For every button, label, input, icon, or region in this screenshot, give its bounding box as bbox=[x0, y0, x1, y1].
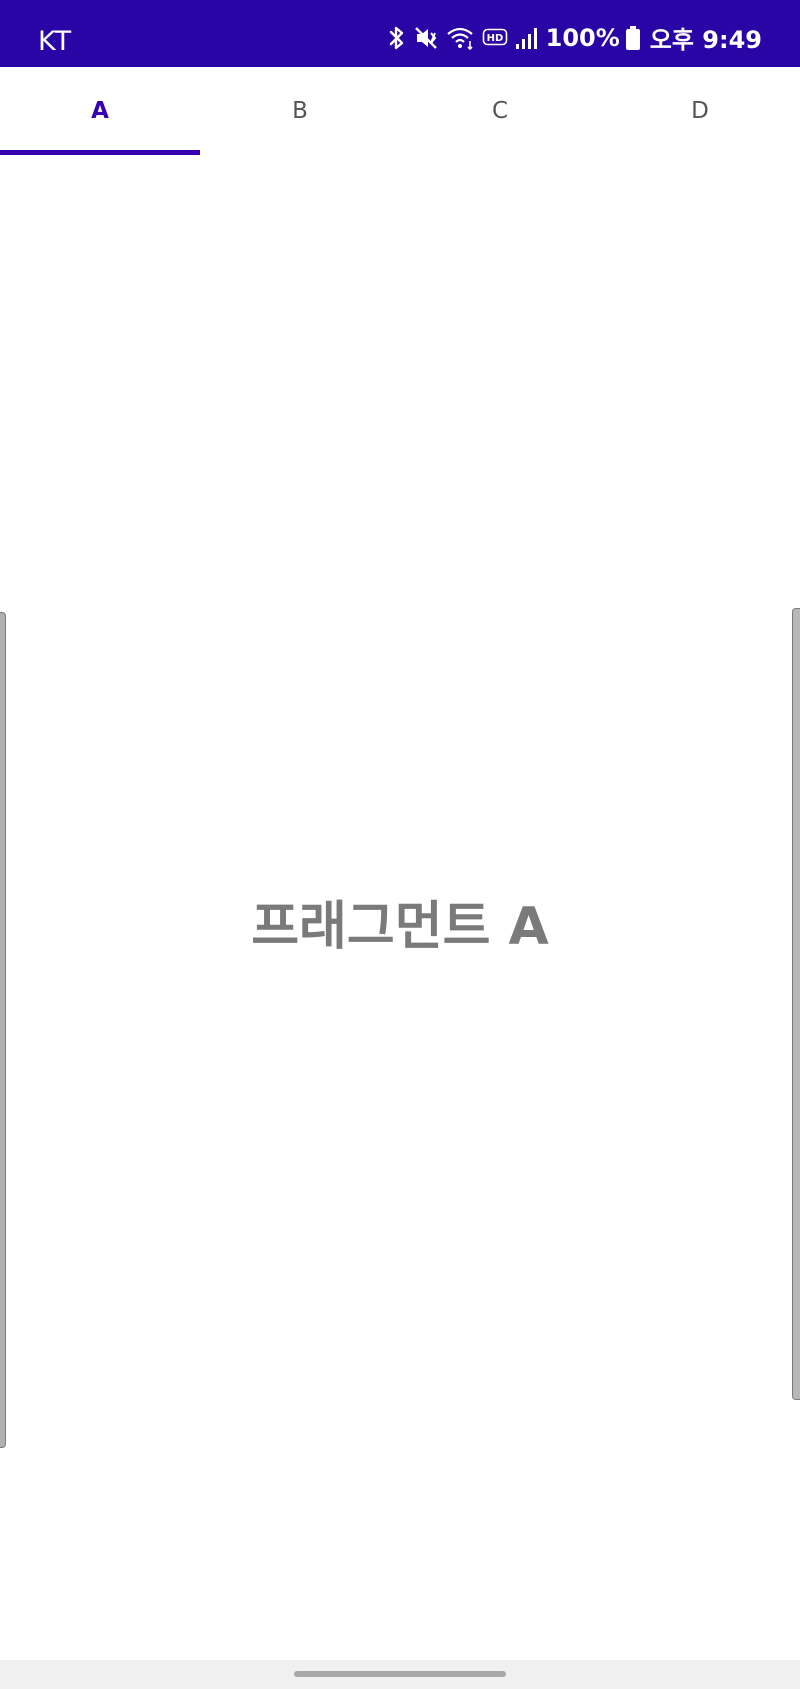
tab-label: B bbox=[292, 98, 308, 124]
fragment-label: 프래그먼트 A bbox=[251, 897, 549, 957]
tab-label: D bbox=[691, 98, 709, 124]
left-edge-handle[interactable] bbox=[0, 612, 6, 1448]
mute-icon bbox=[414, 25, 440, 51]
wifi-icon bbox=[446, 25, 476, 51]
home-gesture-handle[interactable] bbox=[294, 1671, 506, 1677]
tab-label: A bbox=[91, 98, 109, 124]
status-icons: HD 100% 오후 9:49 bbox=[386, 0, 762, 67]
status-bar: KT HD 100% 오후 9:49 bbox=[0, 0, 800, 67]
clock: 오후 9:49 bbox=[649, 26, 762, 54]
svg-text:HD: HD bbox=[486, 33, 503, 44]
tab-bar: A B C D bbox=[0, 67, 800, 155]
battery-icon bbox=[625, 25, 640, 50]
tab-d[interactable]: D bbox=[600, 67, 800, 155]
battery-percent: 100% bbox=[545, 23, 620, 52]
navigation-bar bbox=[0, 1660, 800, 1689]
tab-a[interactable]: A bbox=[0, 67, 200, 155]
tab-b[interactable]: B bbox=[200, 67, 400, 155]
tab-c[interactable]: C bbox=[400, 67, 600, 155]
bluetooth-icon bbox=[386, 25, 408, 51]
hd-icon: HD bbox=[482, 27, 508, 49]
carrier-label: KT bbox=[38, 26, 73, 57]
right-edge-handle[interactable] bbox=[792, 608, 800, 1400]
signal-icon bbox=[514, 26, 538, 50]
tab-label: C bbox=[491, 98, 509, 124]
